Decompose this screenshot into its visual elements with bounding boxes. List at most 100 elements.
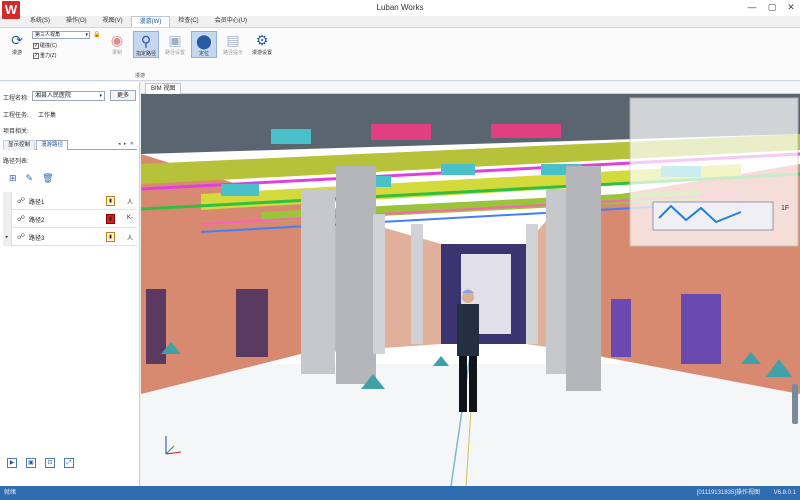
version-label: V6.8.0.1 [773,490,796,496]
task-label: 工程任务: [3,113,29,119]
maximize-button[interactable]: ▢ [762,1,782,14]
menu-roam[interactable]: 漫游(W) [130,16,171,27]
roam-icon: ⟳ [11,32,23,48]
menu-member[interactable]: 会员中心(U) [207,16,255,27]
path-hint-button[interactable]: ▤ 路径提示 [220,31,246,56]
expand-icon[interactable]: ⤢ [64,458,74,468]
project-select[interactable]: 湘县人民医院 ▾ [32,91,105,101]
column [411,224,423,344]
path-table: ☍ 路径1 ▮ 人 ☍ 路径2 ▮ K- ▸ ☍ 路径3 ▮ 人 [3,192,137,246]
path-flag: K- [127,215,133,221]
row-indicator [3,210,12,228]
edit-path-icon[interactable]: ✎ [26,173,34,184]
door [681,294,721,364]
path-node-icon: ☍ [17,232,26,241]
locate-label: 定位 [198,51,209,57]
table-row[interactable]: ☍ 路径2 ▮ K- [3,210,137,228]
chevron-down-icon: ▾ [85,32,88,38]
path-hint-label: 路径提示 [222,50,243,56]
collision-checkbox[interactable]: ✓ 碰撞(C) [33,42,57,49]
title-bar: W Luban Works — ▢ ✕ [0,0,800,19]
bim-viewport[interactable]: 1F [141,94,800,486]
add-path-icon[interactable]: ⊞ [9,173,17,184]
path-icon: ⚲ [140,33,152,49]
path-name: 路径1 [29,200,45,206]
row-indicator [3,192,12,210]
status-bar: 就绪 [01119131835]操作视图 V6.8.0.1 [0,486,800,500]
tab-display-control[interactable]: 显示控制 [3,140,36,150]
path-node-icon: ☍ [17,196,26,205]
viewport-scrollbar[interactable] [792,384,798,424]
roam-mode-select[interactable]: 第三人视角 ▾ [32,31,90,39]
specify-path-label: 指定路径 [135,51,156,57]
tab-scroll-arrows[interactable]: ◂ ▸ ✕ [118,141,135,147]
path-settings-button[interactable]: ▣ 路径设置 [162,31,188,56]
locate-icon: ⬤ [196,33,212,49]
chevron-down-icon: ▾ [99,93,102,99]
gravity-checkbox[interactable]: ✓ 重力(Z) [33,52,56,59]
path-settings-label: 路径设置 [164,50,185,56]
column [546,189,566,374]
table-row[interactable]: ▸ ☍ 路径3 ▮ 人 [3,228,137,246]
menu-system[interactable]: 系统(S) [22,16,58,27]
project-label: 工程名称: [3,96,29,102]
column [336,166,376,384]
floor-fixture [433,356,449,366]
path-flag: 人 [127,236,134,242]
path-badge[interactable]: ▮ [106,196,115,206]
minimize-button[interactable]: — [742,1,762,14]
viewport-tab-bar: BIM 视图 [141,82,800,94]
current-row-indicator: ▸ [3,228,12,246]
duct [371,124,431,140]
duct [271,129,311,144]
table-row[interactable]: ☍ 路径1 ▮ 人 [3,192,137,210]
door [236,289,268,357]
avatar-leg [459,356,467,412]
avatar-body [457,304,479,356]
menu-check[interactable]: 检查(C) [170,16,206,27]
more-button[interactable]: 更多 [110,90,136,101]
menu-bar: 系统(S) 操作(O) 视图(V) 漫游(W) 检查(C) 会员中心(U) [22,16,255,27]
roam-settings-button[interactable]: ⚙ 漫游设置 [249,31,275,56]
status-text: 就绪 [4,490,17,496]
record-label: 录制 [111,50,122,56]
menu-view[interactable]: 视图(V) [95,16,131,27]
stop-icon[interactable]: ▣ [26,458,36,468]
path-toolbar: ⊞ ✎ 🗑 [9,173,54,184]
panel-tabs: 显示控制 漫游路径 ◂ ▸ ✕ [3,140,137,150]
path-name: 路径2 [29,218,45,224]
column [373,214,385,354]
related-label: 项目相关: [3,129,29,135]
play-icon[interactable]: ▶ [7,458,17,468]
locate-button[interactable]: ⬤ 定位 [191,31,217,58]
record-button[interactable]: ◉ 录制 [104,31,130,56]
path-badge[interactable]: ▮ [106,214,115,224]
record-icon: ◉ [110,32,124,48]
vehicle-icon: ▣ [168,32,182,48]
gear-icon: ⚙ [255,32,269,48]
column [301,189,335,374]
lock-icon: 🔒 [93,32,101,38]
door [611,299,631,357]
path-badge[interactable]: ▮ [106,232,115,242]
collision-label: 碰撞(C) [40,43,57,49]
frame-icon[interactable]: ⊡ [45,458,55,468]
tab-bim-view[interactable]: BIM 视图 [145,83,182,94]
path-flag: 人 [127,200,134,206]
delete-path-icon[interactable]: 🗑 [42,173,53,184]
column [566,166,601,391]
task-value: 工作集 [38,113,57,119]
roam-button[interactable]: ⟳ 漫游 [4,31,30,56]
path-name: 路径3 [29,236,45,242]
menu-operate[interactable]: 操作(O) [58,16,95,27]
window-title: Luban Works [376,3,424,12]
close-button[interactable]: ✕ [781,1,800,14]
left-panel: 工程名称: 湘县人民医院 ▾ 更多 工程任务: 工作集 项目相关: 显示控制 漫… [0,82,140,486]
path-list-label: 路径列表: [3,159,29,165]
ribbon-group-label: 漫游 [134,73,145,79]
bim-scene[interactable] [141,94,800,486]
check-icon: ✓ [33,42,39,49]
specify-path-button[interactable]: ⚲ 指定路径 [133,31,159,58]
tab-roam-path[interactable]: 漫游路径 [36,140,69,150]
gravity-label: 重力(Z) [40,53,57,59]
